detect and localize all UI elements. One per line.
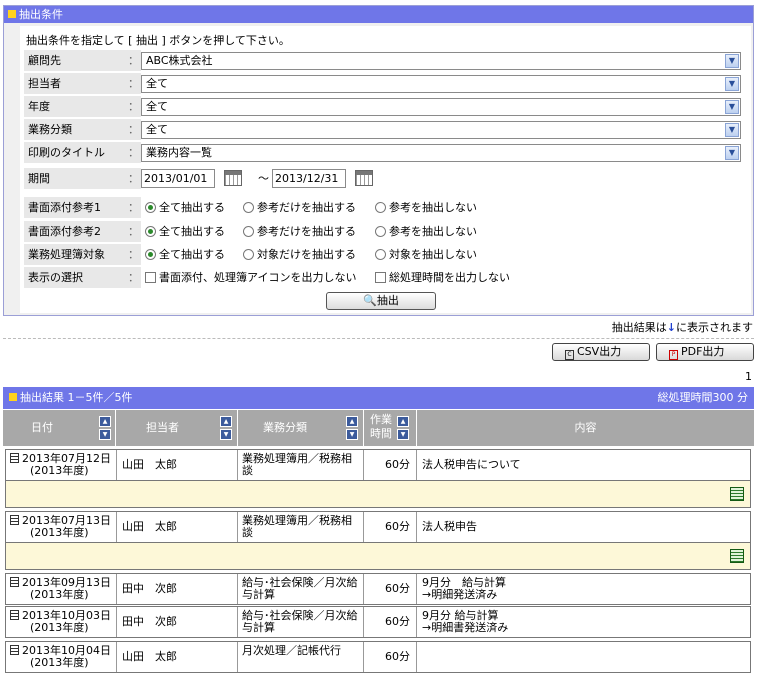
table-row[interactable]: 2013年10月04日 (2013年度) 山田 太郎 月次処理／記帳代行 60分 [5,641,751,673]
radio-attach2-only[interactable]: 参考だけを抽出する [243,221,356,242]
sort-up-icon: ▲ [346,416,358,427]
calendar-icon[interactable] [224,170,242,186]
sort-date-buttons[interactable]: ▲ ▼ [99,416,111,441]
sort-up-icon: ▲ [397,416,409,427]
header-square-icon [8,10,16,18]
row-memo-area [5,481,751,508]
sort-down-icon: ▼ [99,429,111,440]
field-print-title: 印刷のタイトル： 業務内容一覧 ▼ [24,142,741,163]
field-staff: 担当者： 全て ▼ [24,73,741,94]
chevron-down-icon[interactable]: ▼ [725,54,739,68]
task-log-icon[interactable] [730,549,744,563]
sort-category-buttons[interactable]: ▲ ▼ [346,416,358,441]
col-date: 日付 ▲ ▼ [3,410,116,446]
memo-icon[interactable] [10,515,19,525]
chevron-down-icon[interactable]: ▼ [725,77,739,91]
arrow-down-icon: ↓ [666,321,676,334]
category-select[interactable]: 全て ▼ [141,121,741,139]
sort-user-buttons[interactable]: ▲ ▼ [220,416,232,441]
year-select[interactable]: 全て ▼ [141,98,741,116]
memo-icon[interactable] [10,610,19,620]
total-time: 総処理時間300 分 [657,391,749,404]
checkbox-hide-total-time[interactable]: 総処理時間を出力しない [375,267,510,288]
memo-icon[interactable] [10,577,19,587]
header-square-icon [9,393,17,401]
field-attach-ref1: 書面添付参考1： 全て抽出する 参考だけを抽出する 参考を抽出しない [24,197,741,218]
chevron-down-icon[interactable]: ▼ [725,123,739,137]
field-year: 年度： 全て ▼ [24,96,741,117]
col-content: 内容 [574,421,597,434]
task-log-icon[interactable] [730,487,744,501]
pdf-file-icon: P [669,350,678,360]
page-number[interactable]: 1 [745,370,752,383]
results-table-header: 日付 ▲ ▼ 担当者 ▲ ▼ 業務分類 ▲ ▼ 作業 時間 ▲ ▼ 内容 [3,410,754,446]
sort-time-buttons[interactable]: ▲ ▼ [397,416,409,441]
result-location-note: 抽出結果は↓に表示されます [611,321,753,334]
pdf-export-button[interactable]: P PDF出力 [656,343,754,361]
period-to-input[interactable]: 2013/12/31 [272,169,346,188]
sort-down-icon: ▼ [346,429,358,440]
radio-target-exclude[interactable]: 対象を抽出しない [375,244,477,265]
print-title-select[interactable]: 業務内容一覧 ▼ [141,144,741,162]
instruction-text: 抽出条件を指定して [ 抽出 ] ボタンを押して下さい。 [26,34,290,47]
radio-attach2-exclude[interactable]: 参考を抽出しない [375,221,477,242]
search-panel: 抽出条件 抽出条件を指定して [ 抽出 ] ボタンを押して下さい。 顧問先： A… [3,5,754,316]
field-display-options: 表示の選択： 書面添付、処理簿アイコンを出力しない 総処理時間を出力しない [24,267,741,288]
field-attach-ref2: 書面添付参考2： 全て抽出する 参考だけを抽出する 参考を抽出しない [24,221,741,242]
csv-export-button[interactable]: C CSV出力 [552,343,650,361]
radio-attach2-all[interactable]: 全て抽出する [145,221,225,242]
table-row[interactable]: 2013年09月13日 (2013年度) 田中 次郎 給与･社会保険／月次給与計算… [5,573,751,605]
search-panel-header: 抽出条件 [4,6,753,23]
memo-icon[interactable] [10,645,19,655]
row-memo-area [5,543,751,570]
staff-select[interactable]: 全て ▼ [141,75,741,93]
search-icon: 🔍 [363,294,377,307]
divider [3,338,754,339]
field-category: 業務分類： 全て ▼ [24,119,741,140]
sort-up-icon: ▲ [99,416,111,427]
table-row[interactable]: 2013年10月03日 (2013年度) 田中 次郎 給与･社会保険／月次給与計算… [5,606,751,638]
radio-target-only[interactable]: 対象だけを抽出する [243,244,356,265]
client-select[interactable]: ABC株式会社 ▼ [141,52,741,70]
table-row[interactable]: 2013年07月13日 (2013年度) 山田 太郎 業務処理簿用／税務相談 60… [5,511,751,543]
period-from-input[interactable]: 2013/01/01 [141,169,215,188]
search-panel-body: 抽出条件を指定して [ 抽出 ] ボタンを押して下さい。 顧問先： ABC株式会… [20,26,751,313]
search-button[interactable]: 🔍抽出 [326,292,436,310]
table-row[interactable]: 2013年07月12日 (2013年度) 山田 太郎 業務処理簿用／税務相談 60… [5,449,751,481]
col-time: 作業 時間 ▲ ▼ [364,410,417,446]
radio-attach1-exclude[interactable]: 参考を抽出しない [375,197,477,218]
field-client: 顧問先： ABC株式会社 ▼ [24,50,741,71]
field-task-log-target: 業務処理簿対象： 全て抽出する 対象だけを抽出する 対象を抽出しない [24,244,741,265]
memo-icon[interactable] [10,453,19,463]
sort-down-icon: ▼ [397,429,409,440]
col-category: 業務分類 ▲ ▼ [238,410,364,446]
radio-attach1-only[interactable]: 参考だけを抽出する [243,197,356,218]
radio-target-all[interactable]: 全て抽出する [145,244,225,265]
col-user: 担当者 ▲ ▼ [116,410,238,446]
chevron-down-icon[interactable]: ▼ [725,100,739,114]
csv-file-icon: C [565,350,574,360]
chevron-down-icon[interactable]: ▼ [725,146,739,160]
field-period: 期間： 2013/01/01 ～ 2013/12/31 [24,168,741,189]
calendar-icon[interactable] [355,170,373,186]
radio-attach1-all[interactable]: 全て抽出する [145,197,225,218]
results-header: 抽出結果 1－5件／5件 総処理時間300 分 [3,387,754,409]
sort-down-icon: ▼ [220,429,232,440]
checkbox-hide-icons[interactable]: 書面添付、処理簿アイコンを出力しない [145,267,356,288]
sort-up-icon: ▲ [220,416,232,427]
